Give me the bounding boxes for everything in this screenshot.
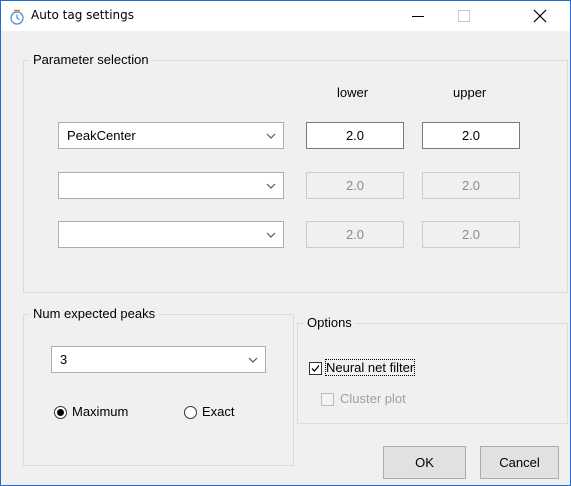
cluster-plot-label: Cluster plot <box>340 391 406 406</box>
lower-column-header: lower <box>337 85 369 100</box>
exact-radio-label[interactable]: Exact <box>202 404 235 419</box>
upper-input-2[interactable]: 2.0 <box>422 172 520 199</box>
parameter-selection-legend: Parameter selection <box>30 52 152 68</box>
minimize-button[interactable] <box>395 1 441 31</box>
options-legend: Options <box>304 315 355 331</box>
parameter-select-1-value: PeakCenter <box>67 128 136 143</box>
window-title: Auto tag settings <box>31 8 135 22</box>
num-peaks-select[interactable]: 3 <box>51 346 266 373</box>
lower-input-3[interactable]: 2.0 <box>306 221 404 248</box>
radio-selected-dot <box>57 409 64 416</box>
chevron-down-icon <box>266 232 276 238</box>
maximum-radio[interactable] <box>54 406 67 419</box>
num-peaks-select-value: 3 <box>60 352 68 367</box>
upper-column-header: upper <box>453 85 487 100</box>
ok-button[interactable]: OK <box>383 446 466 479</box>
cancel-button[interactable]: Cancel <box>480 446 559 479</box>
maximum-radio-label[interactable]: Maximum <box>72 404 128 419</box>
lower-input-2[interactable]: 2.0 <box>306 172 404 199</box>
num-expected-peaks-legend: Num expected peaks <box>30 306 159 322</box>
minimize-icon <box>412 16 424 17</box>
neural-net-filter-label[interactable]: Neural net filter <box>324 359 416 376</box>
title-bar: Auto tag settings <box>1 1 570 31</box>
parameter-select-2[interactable] <box>58 172 284 199</box>
parameter-select-3[interactable] <box>58 221 284 248</box>
num-expected-peaks-group: Num expected peaks <box>23 306 294 466</box>
cluster-plot-checkbox[interactable] <box>321 393 334 406</box>
parameter-select-1[interactable]: PeakCenter <box>58 122 284 149</box>
close-icon <box>533 9 547 23</box>
chevron-down-icon <box>266 183 276 189</box>
auto-tag-settings-window: Auto tag settings Parameter selection lo… <box>0 0 571 486</box>
timer-icon <box>10 9 24 25</box>
lower-input-1[interactable]: 2.0 <box>306 122 404 149</box>
upper-input-1[interactable]: 2.0 <box>422 122 520 149</box>
maximize-icon <box>458 10 470 22</box>
exact-radio[interactable] <box>184 406 197 419</box>
upper-input-3[interactable]: 2.0 <box>422 221 520 248</box>
chevron-down-icon <box>248 357 258 363</box>
neural-net-filter-checkbox[interactable] <box>309 362 322 375</box>
close-button[interactable] <box>517 1 563 31</box>
maximize-button[interactable] <box>441 1 487 31</box>
chevron-down-icon <box>266 133 276 139</box>
checkmark-icon <box>311 365 320 372</box>
